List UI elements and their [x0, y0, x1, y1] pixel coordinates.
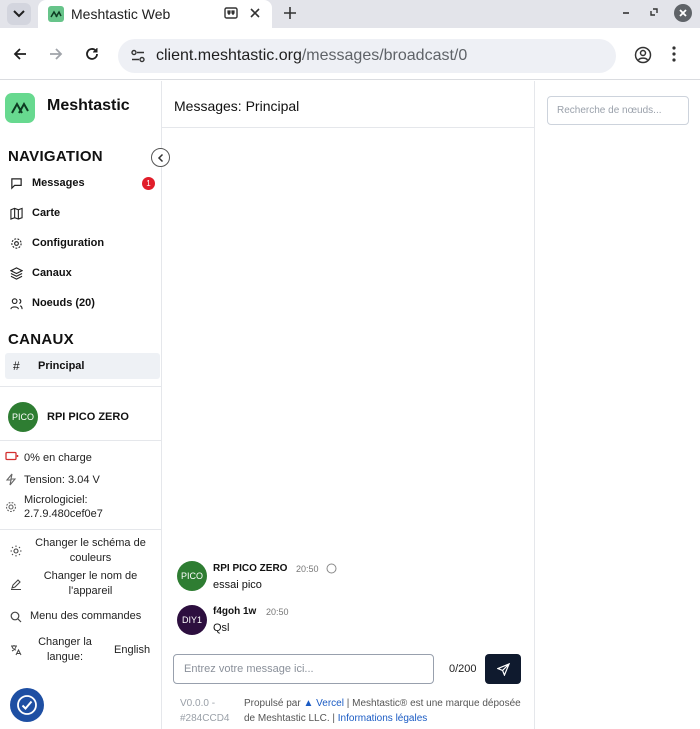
language-label: Changer la langue: [38, 636, 92, 663]
nav-item-label: Carte [32, 207, 61, 219]
command-menu-label: Menu des commandes [30, 610, 142, 622]
browser-tab-strip: Meshtastic Web [0, 0, 700, 28]
node-search-input[interactable] [547, 96, 689, 125]
window-close-icon[interactable] [674, 4, 692, 22]
nodes-panel [534, 81, 700, 729]
page-title: Messages: Principal [174, 98, 300, 114]
tab-groups-icon[interactable] [224, 6, 238, 20]
vercel-link[interactable]: ▲ Vercel [303, 698, 343, 709]
version-text: V0.0.0 - [180, 698, 216, 709]
tab-title: Meshtastic Web [71, 6, 171, 22]
firmware-status: Micrologiciel: 2.7.9.480cef0e7 [5, 493, 103, 521]
channel-label: Principal [38, 360, 85, 372]
firmware-label: Micrologiciel: [24, 494, 88, 506]
settings-icon [10, 237, 23, 250]
send-button[interactable] [485, 654, 521, 684]
meshtastic-favicon-icon [48, 6, 64, 22]
meshtastic-logo-icon [5, 93, 35, 123]
language-value: English [114, 643, 151, 656]
nav-item-configuration[interactable]: Configuration [10, 233, 104, 253]
layers-icon [10, 266, 23, 280]
node-avatar: PICO [8, 402, 38, 432]
pencil-icon [10, 578, 22, 590]
chevron-down-icon [13, 10, 25, 18]
nav-item-messages[interactable]: Messages [10, 173, 85, 193]
commit-hash: #284CCD4 [180, 713, 230, 724]
nav-item-canaux[interactable]: Canaux [10, 263, 72, 283]
nav-item-label: Noeuds (20) [32, 297, 95, 309]
collapse-sidebar-button[interactable] [151, 148, 170, 167]
node-name: RPI PICO ZERO [47, 411, 129, 423]
divider [0, 386, 161, 387]
sun-icon [10, 545, 22, 557]
message-avatar: PICO [177, 561, 207, 591]
sidebar: Meshtastic NAVIGATION Messages 1 Carte C… [0, 81, 162, 729]
window-minimize-icon[interactable] [620, 6, 632, 18]
profile-account-icon[interactable] [634, 46, 652, 64]
url-text: client.meshtastic.org/messages/broadcast… [156, 47, 468, 64]
reload-icon[interactable] [84, 46, 100, 62]
voltage-status: Tension: 3.04 V [5, 473, 100, 487]
languages-icon [10, 644, 22, 656]
battery-status: 0% en charge [5, 451, 92, 465]
messages-header: Messages: Principal [162, 81, 534, 128]
message-input[interactable] [173, 654, 434, 684]
new-tab-plus-icon[interactable] [282, 5, 298, 21]
command-menu-button[interactable]: Menu des commandes [10, 609, 141, 624]
message-square-icon [10, 177, 23, 190]
site-settings-icon[interactable] [130, 48, 146, 64]
back-arrow-icon[interactable] [12, 46, 28, 62]
battery-text: 0% en charge [24, 452, 92, 464]
search-icon [10, 611, 22, 623]
battery-charging-icon [5, 451, 19, 461]
message-time: 20:50 [266, 607, 289, 617]
navigation-title: NAVIGATION [8, 148, 103, 165]
message-text: essai pico [213, 579, 262, 591]
firmware-version: 2.7.9.480cef0e7 [24, 508, 103, 520]
chevron-left-icon [157, 153, 163, 162]
color-scheme-button[interactable]: Changer le schéma de couleurs [10, 536, 153, 566]
color-scheme-label: Changer le schéma de couleurs [35, 537, 146, 564]
message-text: Qsl [213, 622, 230, 634]
channel-item-principal[interactable]: # Principal [5, 353, 160, 379]
divider [0, 529, 161, 530]
cpu-icon [5, 501, 17, 513]
unread-badge: 1 [142, 177, 155, 190]
legal-link[interactable]: Informations légales [338, 713, 428, 724]
device-name-button[interactable]: Changer le nom de l'appareil [10, 569, 153, 599]
language-button[interactable]: Changer la langue: English [10, 635, 150, 665]
channels-title: CANAUX [8, 331, 74, 348]
nav-item-label: Configuration [32, 237, 105, 249]
browser-tab[interactable]: Meshtastic Web [38, 0, 272, 28]
users-icon [10, 297, 23, 310]
nav-item-label: Messages [32, 177, 85, 189]
accessibility-widget-button[interactable] [10, 688, 44, 722]
forward-arrow-icon[interactable] [48, 46, 64, 62]
tab-list-button[interactable] [7, 3, 31, 25]
hash-icon: # [13, 359, 20, 373]
window-restore-icon[interactable] [648, 6, 660, 18]
zap-icon [5, 473, 17, 486]
version-info: V0.0.0 - #284CCD4 [180, 696, 229, 726]
map-icon [10, 207, 23, 220]
voltage-text: Tension: 3.04 V [24, 474, 100, 486]
footer-credits: Propulsé par ▲ Vercel | Meshtastic® est … [244, 696, 529, 726]
nav-item-label: Canaux [32, 267, 72, 279]
device-name-label: Changer le nom de l'appareil [43, 570, 138, 597]
message-status-circle-icon [326, 563, 337, 574]
nav-item-noeuds[interactable]: Noeuds (20) [10, 293, 95, 313]
send-icon [496, 662, 510, 676]
char-count: 0/200 [449, 663, 477, 675]
nav-item-carte[interactable]: Carte [10, 203, 60, 223]
browser-menu-icon[interactable] [672, 46, 676, 62]
tab-close-icon[interactable] [248, 6, 262, 20]
address-bar[interactable]: client.meshtastic.org/messages/broadcast… [118, 39, 616, 73]
divider [0, 440, 161, 441]
message-sender: RPI PICO ZERO [213, 563, 288, 574]
powered-by-text: Propulsé par [244, 698, 301, 709]
message-avatar: DIY1 [177, 605, 207, 635]
message-time: 20:50 [296, 564, 319, 574]
message-sender: f4goh 1w [213, 606, 257, 617]
app-name: Meshtastic [47, 97, 130, 114]
